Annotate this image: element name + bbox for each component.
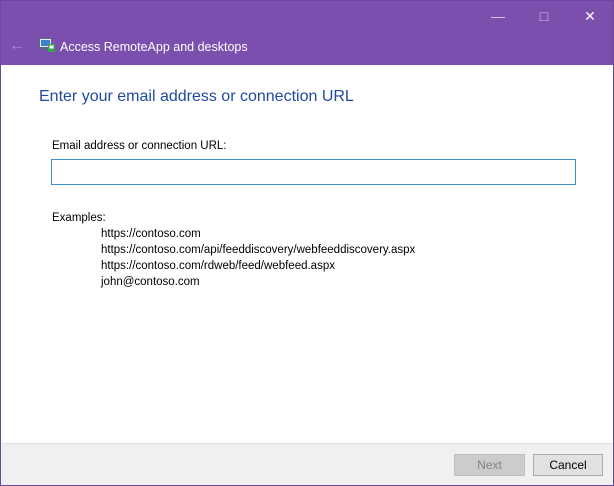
page-heading: Enter your email address or connection U… [39,88,354,105]
maximize-icon: □ [539,8,549,24]
minimize-icon: ― [491,8,505,24]
email-or-url-input[interactable] [51,159,576,185]
title-bar: ― □ ✕ ← Access RemoteApp and desktops [1,1,613,65]
back-arrow-icon: ← [9,37,25,54]
close-button[interactable]: ✕ [567,1,613,31]
example-item: john@contoso.com [101,276,200,288]
footer-bar: Next Cancel [1,443,613,485]
remoteapp-icon [39,38,55,52]
next-button[interactable]: Next [454,454,525,476]
back-button[interactable]: ← [7,36,27,56]
examples-list: https://contoso.com https://contoso.com/… [101,226,415,290]
content-area: Enter your email address or connection U… [1,65,613,443]
window-title: Access RemoteApp and desktops [60,40,248,54]
url-field-label: Email address or connection URL: [52,140,227,152]
example-item: https://contoso.com/api/feeddiscovery/we… [101,244,416,256]
dialog-window: ― □ ✕ ← Access RemoteApp and desktops En… [0,0,614,486]
close-icon: ✕ [584,7,596,24]
examples-label: Examples: [52,212,106,224]
example-item: https://contoso.com [101,228,201,240]
minimize-button[interactable]: ― [475,1,521,31]
cancel-button[interactable]: Cancel [533,454,603,476]
maximize-button[interactable]: □ [521,1,567,31]
example-item: https://contoso.com/rdweb/feed/webfeed.a… [101,260,335,272]
